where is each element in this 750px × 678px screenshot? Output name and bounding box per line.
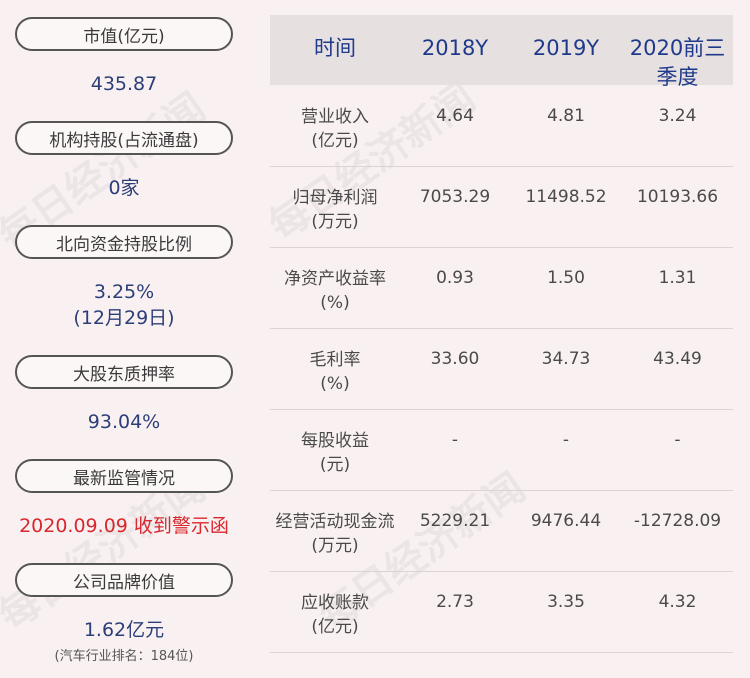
row-unit: (元) [319, 455, 351, 475]
row-label: 营业收入 [301, 107, 369, 127]
header-2020-q3-line1: 2020前三 [629, 36, 726, 60]
row-unit: (万元) [311, 536, 359, 556]
row-label: 经营活动现金流 [275, 512, 395, 532]
row-unit: (亿元) [311, 617, 359, 637]
brand-rank-note: (汽车行业排名：184位) [54, 649, 194, 664]
row-label: 每股收益 [301, 431, 369, 451]
cell-2019: 34.73 [541, 349, 591, 369]
table-row: 归母净利润 (万元) 7053.29 11498.52 10193.66 [270, 166, 733, 248]
cell-2018: 7053.29 [419, 187, 491, 207]
cell-2019: 4.81 [547, 106, 585, 126]
cell-2019: 11498.52 [525, 187, 607, 207]
row-unit: (%) [320, 293, 350, 313]
cell-2020: 1.31 [658, 268, 697, 288]
cell-2020: 43.49 [653, 349, 702, 369]
brand-value-label: 公司品牌价值 [15, 563, 233, 597]
financial-table: 时间 2018Y 2019Y 2020前三 季度 营业收入 (亿元) 4.64 … [270, 15, 733, 653]
regulatory-label: 最新监管情况 [15, 459, 233, 493]
row-unit: (亿元) [311, 131, 359, 151]
row-label: 归母净利润 [292, 188, 378, 208]
market-cap-value: 435.87 [90, 73, 158, 95]
northbound-ratio-date: (12月29日) [73, 307, 175, 329]
header-time: 时间 [314, 36, 356, 60]
table-row: 应收账款 (亿元) 2.73 3.35 4.32 [270, 571, 733, 653]
row-label: 毛利率 [309, 350, 361, 370]
row-unit: (%) [320, 374, 350, 394]
row-unit: (万元) [311, 212, 359, 232]
table-row: 营业收入 (亿元) 4.64 4.81 3.24 [270, 85, 733, 167]
pledge-ratio-label: 大股东质押率 [15, 355, 233, 389]
northbound-ratio-label: 北向资金持股比例 [15, 225, 233, 259]
cell-2019: 1.50 [547, 268, 585, 288]
cell-2019: 9476.44 [530, 511, 602, 531]
cell-2020: 3.24 [658, 106, 697, 126]
row-label: 净资产收益率 [284, 269, 386, 289]
brand-value-value: 1.62亿元 [83, 619, 165, 641]
northbound-ratio-value: 3.25% [93, 281, 155, 303]
institution-holding-label: 机构持股(占流通盘) [15, 121, 233, 155]
header-2018: 2018Y [421, 36, 489, 60]
cell-2020: -12728.09 [633, 511, 722, 531]
cell-2018: 2.73 [436, 592, 474, 612]
market-cap-label: 市值(亿元) [15, 17, 233, 51]
cell-2018: 0.93 [436, 268, 474, 288]
cell-2020: 10193.66 [636, 187, 719, 207]
cell-2018: 5229.21 [419, 511, 491, 531]
pledge-ratio-value: 93.04% [87, 411, 161, 433]
row-label: 应收账款 [301, 593, 369, 613]
cell-2019: 3.35 [547, 592, 585, 612]
cell-2020: - [674, 430, 681, 450]
cell-2018: 33.60 [430, 349, 480, 369]
regulatory-value: 2020.09.09 收到警示函 [19, 515, 229, 537]
cell-2020: 4.32 [658, 592, 697, 612]
table-row: 毛利率 (%) 33.60 34.73 43.49 [270, 328, 733, 410]
institution-holding-value: 0家 [108, 177, 140, 199]
cell-2018: 4.64 [436, 106, 474, 126]
table-row: 每股收益 (元) - - - [270, 409, 733, 491]
cell-2018: - [451, 430, 459, 450]
table-row: 经营活动现金流 (万元) 5229.21 9476.44 -12728.09 [270, 490, 733, 572]
table-header: 时间 2018Y 2019Y 2020前三 季度 [270, 15, 733, 89]
table-row: 净资产收益率 (%) 0.93 1.50 1.31 [270, 247, 733, 329]
cell-2019: - [562, 430, 570, 450]
header-2019: 2019Y [532, 36, 600, 60]
